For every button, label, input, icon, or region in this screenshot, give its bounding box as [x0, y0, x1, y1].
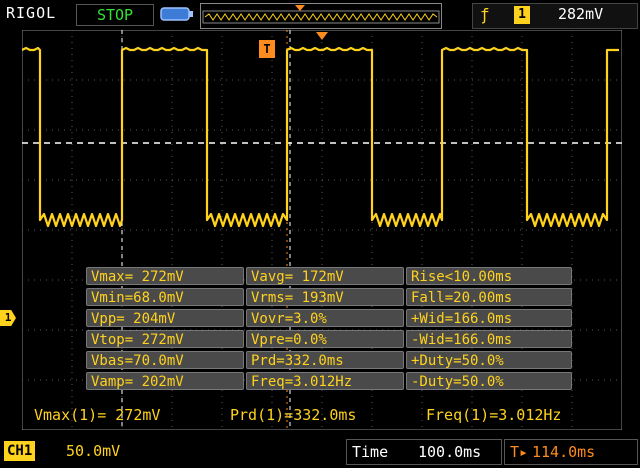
battery-icon	[160, 7, 193, 21]
measurement-cell: Vtop= 272mV	[86, 330, 244, 348]
summary-vmax: Vmax(1)= 272mV	[34, 406, 161, 424]
measurement-cell: Vbas=70.0mV	[86, 351, 244, 369]
waveform-display[interactable]	[22, 30, 622, 430]
measurement-row: Vmin=68.0mV Vrms= 193mV Fall=20.00ms	[86, 288, 572, 306]
measurement-cell: Vpp= 204mV	[86, 309, 244, 327]
ch1-vertical-scale: 50.0mV	[66, 442, 121, 460]
measurement-cell: -Duty=50.0%	[406, 372, 572, 390]
measurement-cell: Vpre=0.0%	[246, 330, 404, 348]
trigger-offset-value: 114.0ms	[532, 443, 596, 461]
brand-logo: RIGOL	[6, 4, 57, 22]
measurement-row: Vtop= 272mV Vpre=0.0% -Wid=166.0ms	[86, 330, 572, 348]
measurement-cell: Rise<10.00ms	[406, 267, 572, 285]
measurement-cell: Vrms= 193mV	[246, 288, 404, 306]
memory-timebase-preview[interactable]	[200, 3, 442, 29]
measurement-cell: Freq=3.012Hz	[246, 372, 404, 390]
trigger-offset-icon: T▸	[510, 443, 529, 461]
measurement-cell: Fall=20.00ms	[406, 288, 572, 306]
measurement-cell: -Wid=166.0ms	[406, 330, 572, 348]
measurement-row: Vbas=70.0mV Prd=332.0ms +Duty=50.0%	[86, 351, 572, 369]
measurement-row: Vamp= 202mV Freq=3.012Hz -Duty=50.0%	[86, 372, 572, 390]
measurement-cell: Vmin=68.0mV	[86, 288, 244, 306]
summary-freq: Freq(1)=3.012Hz	[426, 406, 562, 424]
measurement-cell: Prd=332.0ms	[246, 351, 404, 369]
measurement-cell: Vmax= 272mV	[86, 267, 244, 285]
trigger-level-value: 282mV	[558, 5, 604, 23]
ch1-offset-marker[interactable]: 1	[0, 310, 16, 326]
timebase-label: Time	[352, 443, 389, 461]
ch1-channel-badge[interactable]: CH1	[4, 441, 36, 461]
measurement-cell: Vamp= 202mV	[86, 372, 244, 390]
trigger-position-preview-icon	[295, 5, 305, 11]
trigger-info-panel[interactable]	[472, 3, 638, 29]
trigger-source-badge: 1	[514, 6, 530, 24]
measurement-row: Vmax= 272mV Vavg= 172mV Rise<10.00ms	[86, 267, 572, 285]
measurement-cell: Vavg= 172mV	[246, 267, 404, 285]
measurement-row: Vpp= 204mV Vovr=3.0% +Wid=166.0ms	[86, 309, 572, 327]
measurement-cell: +Wid=166.0ms	[406, 309, 572, 327]
timebase-value: 100.0ms	[418, 443, 482, 461]
run-status-badge[interactable]: STOP	[76, 4, 154, 26]
trigger-time-marker: T	[259, 40, 275, 58]
measurement-cell: +Duty=50.0%	[406, 351, 572, 369]
summary-prd: Prd(1)=332.0ms	[230, 406, 357, 424]
measurement-cell: Vovr=3.0%	[246, 309, 404, 327]
rising-edge-icon: ƒ	[480, 5, 490, 24]
